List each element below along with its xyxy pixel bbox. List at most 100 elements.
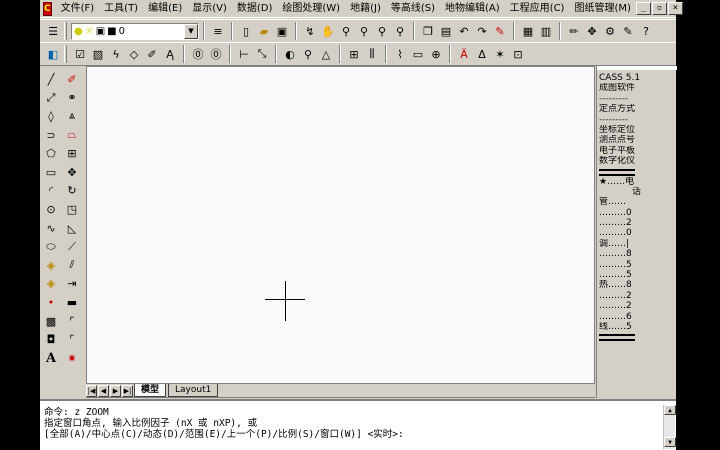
insert-block-icon[interactable]: ◈: [42, 256, 60, 275]
menu-cadastre[interactable]: 地籍(J): [345, 1, 386, 17]
redraw-icon[interactable]: ↯: [301, 22, 319, 40]
panel-symbol-item[interactable]: 热……8: [599, 280, 675, 290]
menu-contour[interactable]: 等高线(S): [386, 1, 440, 17]
eraser-icon[interactable]: ◇: [125, 45, 143, 63]
dimension-icon[interactable]: ⊢: [235, 45, 253, 63]
trim-icon[interactable]: ⫽: [63, 256, 81, 275]
mtext-icon[interactable]: A: [42, 349, 60, 368]
zoom-window-icon[interactable]: ⚲: [355, 22, 373, 40]
fillet-icon[interactable]: ⌜: [63, 330, 81, 349]
panel-symbol-item[interactable]: 线……5: [599, 322, 675, 332]
panel-symbol-item[interactable]: 管……: [599, 197, 675, 207]
zoom-realtime-icon[interactable]: ⚲: [337, 22, 355, 40]
menu-data[interactable]: 数据(D): [232, 1, 278, 17]
mirror-icon[interactable]: ⩓: [63, 107, 81, 126]
panel-symbol-item[interactable]: ………2: [599, 218, 675, 228]
layer-control-icon[interactable]: ◧: [44, 45, 62, 63]
menu-edit[interactable]: 编辑(E): [143, 1, 187, 17]
erase-icon[interactable]: ✐: [63, 70, 81, 89]
chevron-down-icon[interactable]: ▼: [184, 23, 198, 39]
menu-tools[interactable]: 工具(T): [99, 1, 143, 17]
area-icon[interactable]: Δ: [473, 45, 491, 63]
match-properties-icon[interactable]: ✎: [491, 22, 509, 40]
copy-object-icon[interactable]: ⚭: [63, 89, 81, 108]
table-grid-icon[interactable]: ⊞: [345, 45, 363, 63]
tab-model[interactable]: 模型: [134, 384, 167, 397]
point-icon[interactable]: •: [42, 293, 60, 312]
polyline-icon[interactable]: ⌇: [391, 45, 409, 63]
explode-icon[interactable]: ✷: [63, 349, 81, 368]
command-scrollbar[interactable]: ▲ ▼: [663, 405, 676, 449]
panel-symbol-item[interactable]: ………2: [599, 301, 675, 311]
panel-item-point-number[interactable]: 测点点号: [599, 135, 675, 145]
node-edit-icon[interactable]: ✶: [491, 45, 509, 63]
panel-symbol-item[interactable]: ………6: [599, 312, 675, 322]
minimize-button[interactable]: _: [635, 2, 651, 15]
menu-file[interactable]: 文件(F): [56, 1, 100, 17]
brush-icon[interactable]: ✐: [143, 45, 161, 63]
offset-icon[interactable]: ⏢: [63, 126, 81, 145]
lengthen-icon[interactable]: ⟋: [63, 237, 81, 256]
panel-symbol-item[interactable]: ★……电: [599, 177, 675, 187]
circle-icon[interactable]: ⊙: [42, 200, 60, 219]
rectangle-icon[interactable]: ▭: [409, 45, 427, 63]
app-logo-icon[interactable]: C: [43, 1, 52, 16]
circle-plus-icon[interactable]: ⊕: [427, 45, 445, 63]
panel-symbol-item[interactable]: 话: [599, 187, 675, 197]
command-line[interactable]: 命令: z ZOOM 指定窗口角点, 输入比例因子 (nX 或 nXP), 或 …: [40, 399, 676, 450]
panel-symbol-item[interactable]: ………5: [599, 270, 675, 280]
column-icon[interactable]: ⫼: [363, 45, 381, 63]
circle-zero-alt-icon[interactable]: ⓪: [207, 45, 225, 63]
edit-attribute-icon[interactable]: ☑: [71, 45, 89, 63]
paste-icon[interactable]: ▤: [437, 22, 455, 40]
text-annotate-icon[interactable]: Ą: [161, 45, 179, 63]
panel-symbol-item[interactable]: ………0: [599, 228, 675, 238]
menu-drawing[interactable]: 绘图处理(W): [277, 1, 345, 17]
scroll-down-icon[interactable]: ▼: [664, 437, 676, 447]
scroll-up-icon[interactable]: ▲: [664, 405, 676, 415]
stretch-icon[interactable]: ⤡: [253, 45, 271, 63]
point-a-icon[interactable]: Ä: [455, 45, 473, 63]
make-block-icon[interactable]: ◈: [42, 275, 60, 294]
arc-icon[interactable]: ◜: [42, 182, 60, 201]
zoom-all-icon[interactable]: ⚲: [391, 22, 409, 40]
tab-layout1[interactable]: Layout1: [168, 384, 219, 397]
prev-tab-button[interactable]: ◀: [98, 384, 109, 397]
spline-icon[interactable]: ∿: [42, 219, 60, 238]
edit-node-icon[interactable]: ⚙: [601, 22, 619, 40]
array-icon[interactable]: ⊞: [63, 144, 81, 163]
break-icon[interactable]: ▬: [63, 293, 81, 312]
copy-icon[interactable]: ❐: [419, 22, 437, 40]
undo-icon[interactable]: ↶: [455, 22, 473, 40]
pencil-icon[interactable]: ✏: [565, 22, 583, 40]
stretch-object-icon[interactable]: ◺: [63, 219, 81, 238]
menu-sheet-manager[interactable]: 图纸管理(M): [569, 1, 635, 17]
polygon-icon[interactable]: ⬠: [42, 144, 60, 163]
line-icon[interactable]: ╱: [42, 70, 60, 89]
layer-manager-icon[interactable]: ☰: [44, 22, 62, 40]
chamfer-icon[interactable]: ⌜: [63, 312, 81, 331]
close-button[interactable]: ×: [667, 2, 683, 15]
first-tab-button[interactable]: |◀: [86, 384, 97, 397]
query-icon[interactable]: ?: [637, 22, 655, 40]
panel-symbol-item[interactable]: 调……|: [599, 239, 675, 249]
next-tab-button[interactable]: ▶: [110, 384, 121, 397]
scale-icon[interactable]: ◳: [63, 200, 81, 219]
rotate-left-icon[interactable]: ◐: [281, 45, 299, 63]
move-object-icon[interactable]: ✥: [63, 163, 81, 182]
map-frame-icon[interactable]: ⊡: [509, 45, 527, 63]
table-icon[interactable]: ▥: [537, 22, 555, 40]
text-edit-icon[interactable]: ✎: [619, 22, 637, 40]
move-icon[interactable]: ✥: [583, 22, 601, 40]
point-attribute-icon[interactable]: ▧: [89, 45, 107, 63]
restore-button[interactable]: ▫: [651, 2, 667, 15]
panel-symbol-item[interactable]: ………2: [599, 291, 675, 301]
panel-symbol-item[interactable]: ………0: [599, 208, 675, 218]
menu-engineering[interactable]: 工程应用(C): [505, 1, 570, 17]
panel-symbol-item[interactable]: ………5: [599, 260, 675, 270]
rotate-search-icon[interactable]: ⚲: [299, 45, 317, 63]
linetype-icon[interactable]: ≡: [209, 22, 227, 40]
redo-icon[interactable]: ↷: [473, 22, 491, 40]
extend-icon[interactable]: ⇥: [63, 275, 81, 294]
rectangle-draw-icon[interactable]: ▭: [42, 163, 60, 182]
